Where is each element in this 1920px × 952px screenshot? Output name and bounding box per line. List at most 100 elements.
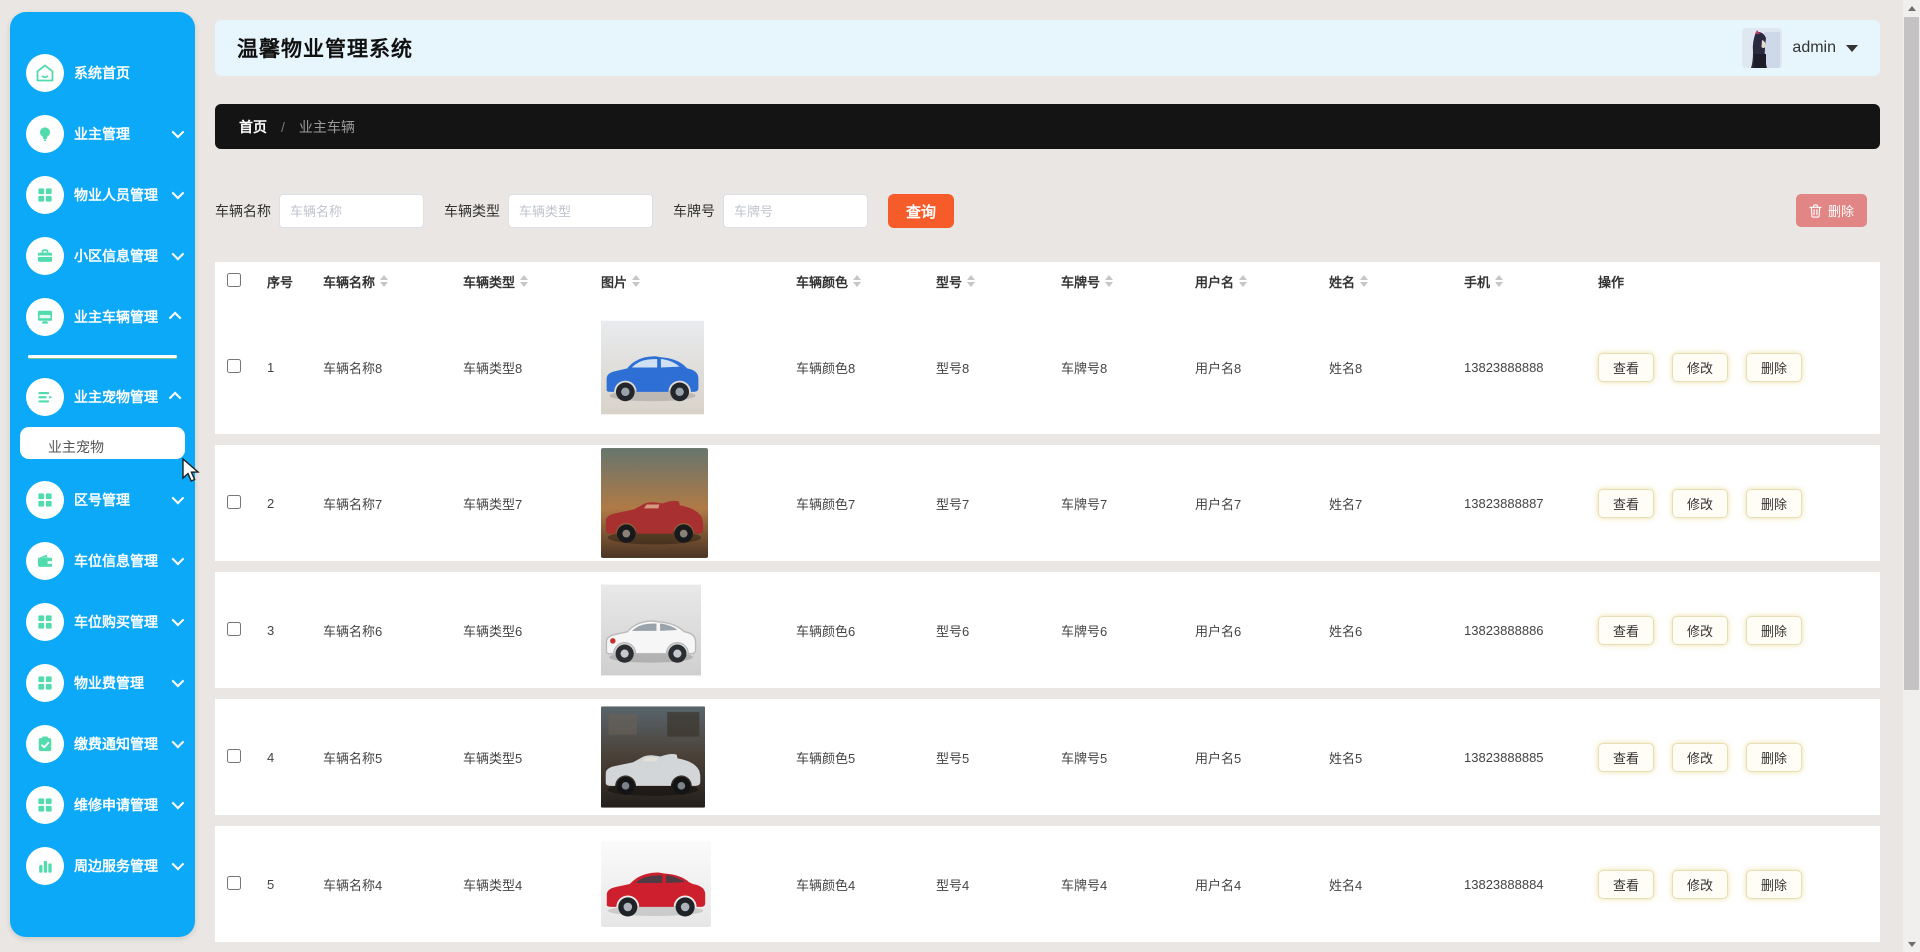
cell-plate: 车牌号5: [1061, 748, 1195, 767]
cell-realname: 姓名4: [1329, 875, 1464, 894]
cell-plate: 车牌号8: [1061, 358, 1195, 377]
sidebar-item-vehicle-mgmt[interactable]: 业主车辆管理: [10, 286, 195, 347]
sidebar-item-community-info[interactable]: 小区信息管理: [10, 225, 195, 286]
breadcrumb-current: 业主车辆: [299, 117, 355, 137]
delete-button[interactable]: 删除: [1746, 870, 1802, 899]
sidebar-item-repair-request[interactable]: 维修申请管理: [10, 774, 195, 835]
chevron-down-icon: [172, 553, 185, 566]
sidebar-item-parking-info[interactable]: 车位信息管理: [10, 530, 195, 591]
sidebar: 系统首页 业主管理 物业人员管理 小区信息管理 业主车辆管理 业主宠物管: [10, 12, 195, 937]
search-button[interactable]: 查询: [888, 194, 954, 228]
sidebar-item-parking-purchase[interactable]: 车位购买管理: [10, 591, 195, 652]
cell-vehicle-type: 车辆类型5: [463, 748, 601, 767]
table-row: 2 车辆名称7 车辆类型7 车辆颜色7 型号7 车牌号7 用户名7 姓名7 13…: [215, 445, 1880, 561]
breadcrumb: 首页 / 业主车辆: [215, 104, 1880, 149]
cell-vehicle-color: 车辆颜色4: [796, 875, 936, 894]
chevron-down-icon: [172, 492, 185, 505]
plate-number-label: 车牌号: [673, 201, 715, 221]
sidebar-item-pet-mgmt[interactable]: 业主宠物管理: [10, 366, 195, 427]
bulk-delete-button[interactable]: 删除: [1796, 194, 1867, 227]
row-checkbox[interactable]: [227, 622, 241, 636]
delete-button[interactable]: 删除: [1746, 353, 1802, 382]
breadcrumb-home[interactable]: 首页: [239, 117, 267, 137]
sort-icon[interactable]: [853, 275, 861, 287]
delete-button[interactable]: 删除: [1746, 616, 1802, 645]
col-index: 序号: [267, 272, 323, 291]
sidebar-item-owner-mgmt[interactable]: 业主管理: [10, 103, 195, 164]
cell-model: 型号5: [936, 748, 1061, 767]
sidebar-subitem-owner-pet[interactable]: 业主宠物: [20, 427, 185, 459]
col-vehicle-type: 车辆类型: [463, 272, 601, 291]
cell-plate: 车牌号6: [1061, 621, 1195, 640]
row-checkbox[interactable]: [227, 359, 241, 373]
sidebar-item-nearby-service[interactable]: 周边服务管理: [10, 835, 195, 896]
row-checkbox[interactable]: [227, 749, 241, 763]
sort-icon[interactable]: [632, 275, 640, 287]
view-button[interactable]: 查看: [1598, 489, 1654, 518]
username: admin: [1792, 39, 1836, 57]
cell-realname: 姓名7: [1329, 494, 1464, 513]
delete-button[interactable]: 删除: [1746, 743, 1802, 772]
sidebar-item-staff-mgmt[interactable]: 物业人员管理: [10, 164, 195, 225]
sidebar-item-property-fee[interactable]: 物业费管理: [10, 652, 195, 713]
plate-number-input[interactable]: [723, 194, 868, 228]
cell-phone: 13823888886: [1464, 623, 1598, 638]
sidebar-item-area-code[interactable]: 区号管理: [10, 469, 195, 530]
view-button[interactable]: 查看: [1598, 870, 1654, 899]
sort-icon[interactable]: [1495, 275, 1503, 287]
chevron-down-icon: [172, 126, 185, 139]
edit-button[interactable]: 修改: [1672, 353, 1728, 382]
sidebar-divider: [10, 347, 195, 366]
cell-vehicle-name: 车辆名称4: [323, 875, 463, 894]
cell-phone: 13823888885: [1464, 750, 1598, 765]
scroll-down-arrow-icon[interactable]: [1903, 936, 1920, 952]
cell-plate: 车牌号4: [1061, 875, 1195, 894]
select-all-checkbox[interactable]: [227, 273, 241, 287]
grid-icon: [26, 664, 64, 702]
vehicle-name-input[interactable]: [279, 194, 424, 228]
row-checkbox[interactable]: [227, 876, 241, 890]
cell-model: 型号7: [936, 494, 1061, 513]
cell-phone: 13823888887: [1464, 496, 1598, 511]
cell-vehicle-type: 车辆类型4: [463, 875, 601, 894]
row-checkbox[interactable]: [227, 495, 241, 509]
table-header: 序号 车辆名称 车辆类型 图片 车辆颜色 型号 车牌号 用户名 姓名 手机 操作: [215, 262, 1880, 300]
chevron-down-icon: [172, 614, 185, 627]
vehicle-table: 序号 车辆名称 车辆类型 图片 车辆颜色 型号 车牌号 用户名 姓名 手机 操作…: [215, 262, 1880, 952]
cell-index: 3: [267, 623, 323, 638]
sidebar-item-payment-notice[interactable]: 缴费通知管理: [10, 713, 195, 774]
cell-vehicle-name: 车辆名称5: [323, 748, 463, 767]
vehicle-type-input[interactable]: [508, 194, 653, 228]
sort-icon[interactable]: [1105, 275, 1113, 287]
edit-button[interactable]: 修改: [1672, 616, 1728, 645]
sort-icon[interactable]: [967, 275, 975, 287]
clipboard-icon: [26, 725, 64, 763]
col-vehicle-name: 车辆名称: [323, 272, 463, 291]
chevron-down-icon: [172, 675, 185, 688]
sort-icon[interactable]: [1360, 275, 1368, 287]
avatar: [1742, 28, 1782, 68]
vehicle-photo: [601, 319, 704, 416]
sidebar-item-home[interactable]: 系统首页: [10, 42, 195, 103]
vehicle-name-label: 车辆名称: [215, 201, 271, 221]
user-menu[interactable]: admin: [1742, 28, 1858, 68]
scroll-up-arrow-icon[interactable]: [1903, 0, 1920, 16]
cell-phone: 13823888888: [1464, 360, 1598, 375]
sort-icon[interactable]: [1239, 275, 1247, 287]
table-row: 3 车辆名称6 车辆类型6 车辆颜色6 型号6 车牌号6 用户名6 姓名6: [215, 572, 1880, 688]
cell-username: 用户名4: [1195, 875, 1329, 894]
view-button[interactable]: 查看: [1598, 353, 1654, 382]
sort-icon[interactable]: [520, 275, 528, 287]
view-button[interactable]: 查看: [1598, 743, 1654, 772]
delete-button[interactable]: 删除: [1746, 489, 1802, 518]
cell-index: 1: [267, 360, 323, 375]
edit-button[interactable]: 修改: [1672, 870, 1728, 899]
edit-button[interactable]: 修改: [1672, 489, 1728, 518]
view-button[interactable]: 查看: [1598, 616, 1654, 645]
sort-icon[interactable]: [380, 275, 388, 287]
chevron-down-icon: [172, 187, 185, 200]
scrollbar[interactable]: [1903, 0, 1920, 952]
col-realname: 姓名: [1329, 272, 1464, 291]
scrollbar-thumb[interactable]: [1904, 17, 1919, 690]
edit-button[interactable]: 修改: [1672, 743, 1728, 772]
